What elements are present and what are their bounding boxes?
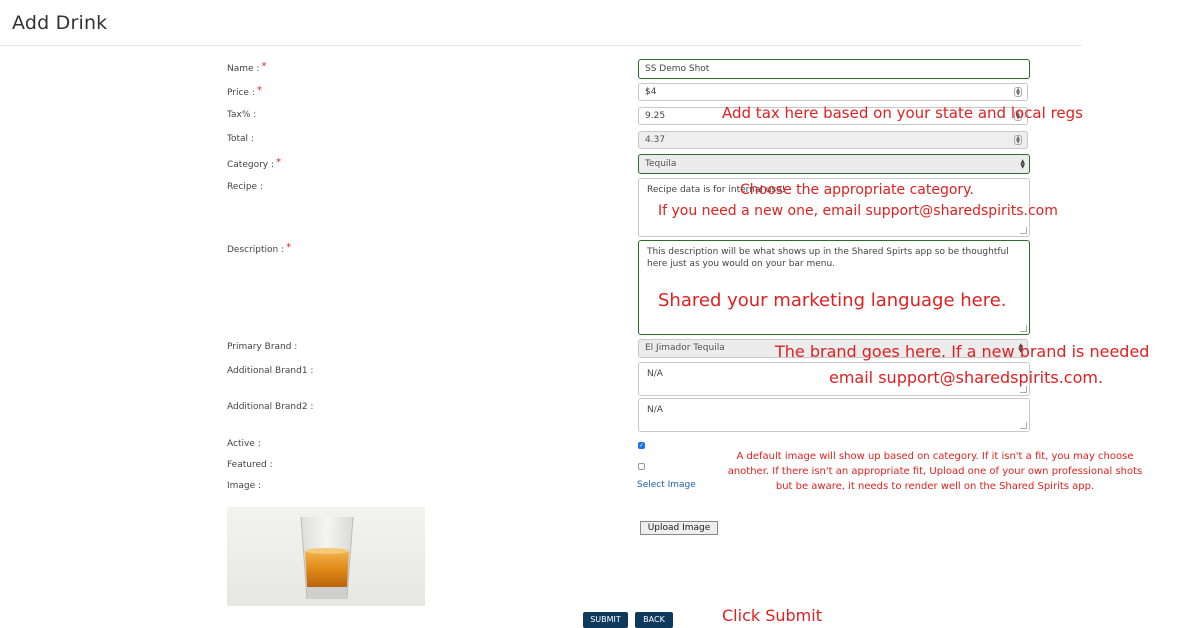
resize-handle-icon[interactable]	[1020, 325, 1027, 332]
active-label: Active :	[227, 439, 261, 449]
image-annotation: A default image will show up based on ca…	[700, 449, 1170, 494]
required-marker: *	[286, 242, 292, 253]
tax-input-value: 9.25	[645, 111, 666, 121]
submit-annotation: Click Submit	[722, 606, 822, 625]
price-label: Price : *	[227, 85, 262, 98]
select-image-link[interactable]: Select Image	[637, 480, 696, 490]
image-label: Image :	[227, 481, 262, 491]
image-annotation-line3: but be aware, it needs to render well on…	[775, 481, 1095, 492]
category-select-value: Tequila	[645, 159, 677, 169]
required-marker: *	[261, 61, 267, 72]
price-input[interactable]: $4 ▲ ▼	[638, 83, 1028, 101]
brand-annotation-line1: The brand goes here. If a new brand is n…	[775, 342, 1150, 361]
total-input-value: 4.37	[645, 135, 666, 145]
drink-image	[227, 507, 425, 606]
description-annotation: Shared your marketing language here.	[658, 290, 1007, 311]
primary-brand-label: Primary Brand :	[227, 342, 298, 352]
upload-image-button[interactable]: Upload Image	[640, 521, 718, 535]
name-input-value: SS Demo Shot	[645, 64, 710, 74]
checkmark-icon: ✓	[639, 442, 645, 449]
featured-checkbox[interactable]	[638, 463, 645, 470]
title-divider	[0, 45, 1082, 46]
image-annotation-line1: A default image will show up based on ca…	[736, 451, 1134, 462]
category-annotation-line1: Choose the appropriate category.	[740, 182, 974, 198]
additional-brand2-textarea[interactable]: N/A	[638, 398, 1030, 432]
name-input[interactable]: SS Demo Shot	[638, 59, 1030, 79]
description-textarea-value: This description will be what shows up i…	[647, 247, 1009, 269]
total-input: 4.37 ▲ ▼	[638, 131, 1028, 149]
required-marker: *	[276, 157, 282, 168]
recipe-label: Recipe :	[227, 182, 263, 192]
name-label: Name : *	[227, 61, 267, 74]
back-button[interactable]: BACK	[635, 612, 673, 628]
brand-annotation-line2: email support@sharedspirits.com.	[829, 368, 1104, 387]
additional-brand1-value: N/A	[647, 369, 663, 379]
additional-brand2-value: N/A	[647, 405, 663, 415]
submit-button[interactable]: SUBMIT	[583, 612, 628, 628]
total-stepper-icon: ▲ ▼	[1014, 135, 1022, 145]
category-select[interactable]: Tequila ▲ ▼	[638, 154, 1030, 174]
tax-label: Tax% :	[227, 110, 257, 120]
select-arrows-icon: ▲ ▼	[1020, 158, 1025, 170]
tax-annotation: Add tax here based on your state and loc…	[722, 104, 1083, 122]
additional-brand2-label: Additional Brand2 :	[227, 402, 314, 412]
category-annotation-line2: If you need a new one, email support@sha…	[658, 203, 1058, 219]
image-annotation-line2: another. If there isn't an appropriate f…	[727, 466, 1143, 477]
price-input-value: 4	[650, 87, 657, 97]
category-label: Category : *	[227, 157, 282, 170]
description-label: Description : *	[227, 242, 292, 255]
resize-handle-icon[interactable]	[1020, 422, 1027, 429]
page-title: Add Drink	[12, 12, 108, 34]
additional-brand1-label: Additional Brand1 :	[227, 366, 314, 376]
price-stepper-icon[interactable]: ▲ ▼	[1014, 87, 1022, 97]
required-marker: *	[256, 85, 262, 96]
total-label: Total :	[227, 134, 254, 144]
featured-label: Featured :	[227, 460, 273, 470]
whiskey-glass-icon	[300, 516, 354, 600]
description-textarea[interactable]: This description will be what shows up i…	[638, 240, 1030, 335]
resize-handle-icon[interactable]	[1020, 386, 1027, 393]
primary-brand-select-value: El Jimador Tequila	[645, 343, 725, 353]
active-checkbox[interactable]: ✓	[638, 442, 645, 449]
resize-handle-icon[interactable]	[1020, 227, 1027, 234]
